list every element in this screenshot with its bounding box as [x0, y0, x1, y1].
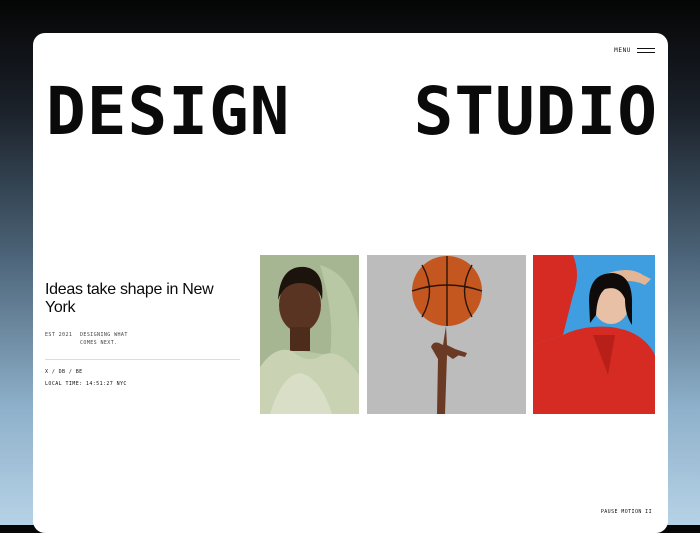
portrait-green-hoodie-icon — [260, 255, 359, 414]
divider — [45, 359, 240, 360]
pause-motion-button[interactable]: PAUSE MOTION II — [601, 509, 652, 515]
hamburger-icon — [637, 48, 655, 53]
basketball-icon — [367, 255, 526, 414]
intro-headline: Ideas take shape in New York — [45, 281, 214, 316]
menu-button[interactable]: MENU — [614, 47, 655, 54]
hero-word-right: STUDIO — [413, 73, 658, 150]
portrait-red-coat-icon — [533, 255, 655, 414]
social-links[interactable]: X / DB / BE — [45, 368, 83, 376]
established-label: EST 2021 — [45, 332, 73, 338]
gallery-image-portrait-red-coat[interactable] — [533, 255, 655, 414]
local-time: LOCAL TIME: 14:51:27 NYC — [45, 381, 127, 387]
main-card: MENU DESIGN STUDIO Ideas take shape in N… — [33, 33, 668, 533]
hero-word-left: DESIGN — [46, 73, 291, 150]
menu-label: MENU — [614, 47, 631, 54]
gallery-image-basketball[interactable] — [367, 255, 526, 414]
gallery-image-portrait-green-hoodie[interactable] — [260, 255, 359, 414]
tagline: DESIGNING WHAT COMES NEXT. — [80, 332, 128, 346]
